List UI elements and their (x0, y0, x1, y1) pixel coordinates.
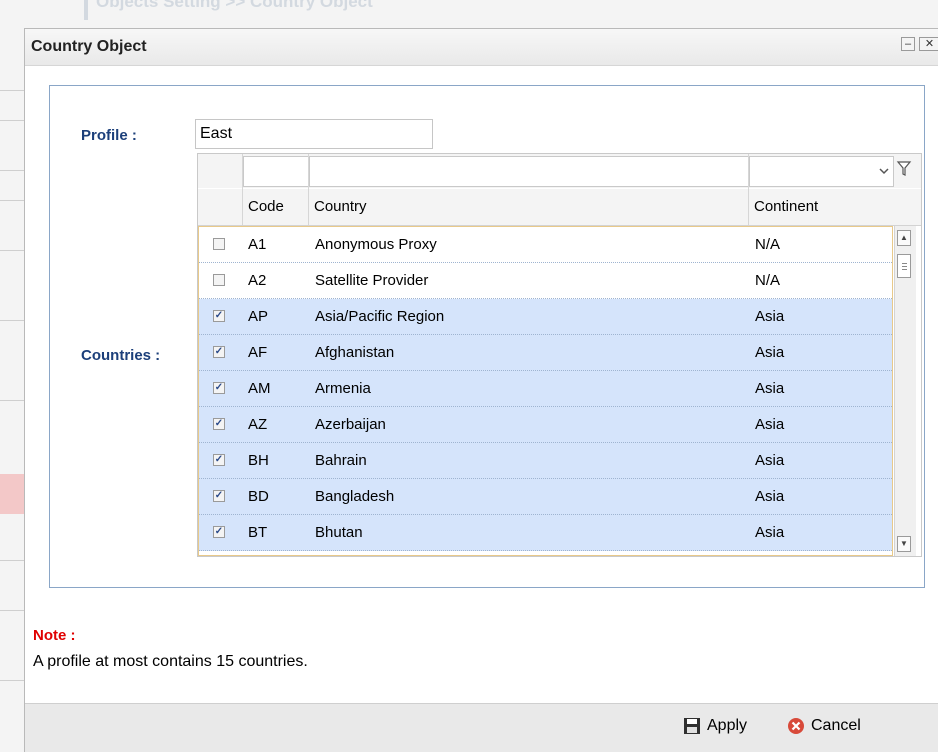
continent-cell: Asia (755, 344, 785, 361)
table-row[interactable]: ✓ AF Afghanistan Asia (199, 335, 892, 371)
background-sidebar (0, 0, 24, 752)
background-divider (0, 610, 24, 611)
header-country[interactable]: Country (314, 198, 367, 215)
code-cell: A2 (248, 272, 267, 289)
background-divider (0, 200, 24, 201)
country-cell: Afghanistan (315, 344, 395, 361)
grip-line (902, 263, 907, 264)
grip-line (902, 269, 907, 270)
minimize-button[interactable]: – (901, 37, 915, 51)
country-cell: Satellite Provider (315, 272, 429, 289)
table-row[interactable]: ✓ BH Bahrain Asia (199, 443, 892, 479)
breadcrumb-bar (84, 0, 88, 20)
scroll-up-button[interactable]: ▲ (897, 230, 911, 246)
background-divider (0, 90, 24, 91)
background-divider (0, 680, 24, 681)
country-filter-input[interactable] (309, 156, 749, 187)
scroll-thumb[interactable] (897, 254, 911, 278)
code-filter-input[interactable] (243, 156, 309, 187)
country-object-dialog: Country Object – ✕ Profile : Countries :… (24, 28, 938, 752)
background-divider (0, 320, 24, 321)
code-cell: BT (248, 524, 268, 541)
row-checkbox[interactable]: ✓ (213, 382, 225, 394)
code-cell: A1 (248, 236, 267, 253)
continent-cell: Asia (755, 452, 785, 469)
country-cell: Asia/Pacific Region (315, 308, 445, 325)
column-divider (242, 154, 243, 225)
row-checkbox[interactable]: ✓ (213, 310, 225, 322)
country-cell: Bhutan (315, 524, 363, 541)
continent-cell: Asia (755, 488, 785, 505)
countries-grid: Code Country Continent A1 Anonymous Proxy… (197, 153, 922, 557)
background-divider (0, 250, 24, 251)
country-cell: Anonymous Proxy (315, 236, 437, 253)
country-cell: Bangladesh (315, 488, 395, 505)
row-checkbox[interactable]: ✓ (213, 454, 225, 466)
code-cell: BD (248, 488, 269, 505)
cancel-icon (788, 718, 804, 734)
continent-filter-select[interactable] (749, 156, 894, 187)
column-divider (748, 154, 749, 225)
profile-input[interactable] (195, 119, 433, 149)
code-cell: BH (248, 452, 269, 469)
dialog-footer: Apply Cancel (25, 703, 938, 752)
country-cell: Armenia (315, 380, 371, 397)
column-divider (308, 154, 309, 225)
background-divider (0, 560, 24, 561)
row-checkbox[interactable] (213, 238, 225, 250)
row-checkbox[interactable]: ✓ (213, 490, 225, 502)
country-cell: Bahrain (315, 452, 367, 469)
row-checkbox[interactable]: ✓ (213, 526, 225, 538)
grid-body: A1 Anonymous Proxy N/A A2 Satellite Provider… (198, 226, 893, 556)
continent-cell: Asia (755, 380, 785, 397)
continent-cell: N/A (755, 236, 781, 253)
profile-label: Profile : (81, 127, 137, 144)
row-checkbox[interactable]: ✓ (213, 418, 225, 430)
minimize-icon: – (904, 38, 912, 50)
continent-cell: N/A (755, 272, 781, 289)
countries-label: Countries : (81, 347, 161, 364)
background-divider (0, 400, 24, 401)
header-code[interactable]: Code (248, 198, 284, 215)
row-checkbox[interactable] (213, 274, 225, 286)
filter-row (198, 154, 921, 188)
background-divider (0, 170, 24, 171)
grid-header: Code Country Continent (198, 189, 921, 226)
grid-scrollbar[interactable]: ▲ ▼ (894, 226, 916, 556)
table-row[interactable]: ✓ BT Bhutan Asia (199, 515, 892, 551)
table-row[interactable]: ✓ AP Asia/Pacific Region Asia (199, 299, 892, 335)
continent-cell: Asia (755, 524, 785, 541)
note-text: A profile at most contains 15 countries. (33, 653, 308, 670)
code-cell: AZ (248, 416, 268, 433)
background-highlight (0, 474, 26, 514)
dialog-titlebar: Country Object – ✕ (25, 29, 938, 66)
dialog-title: Country Object (31, 38, 147, 55)
scroll-down-button[interactable]: ▼ (897, 536, 911, 552)
filter-icon[interactable] (894, 154, 914, 188)
country-cell: Azerbaijan (315, 416, 386, 433)
table-row[interactable]: ✓ AZ Azerbaijan Asia (199, 407, 892, 443)
breadcrumb-text: Objects Setting >> Country Object (96, 0, 373, 11)
code-cell: AF (248, 344, 268, 361)
table-row[interactable]: A2 Satellite Provider N/A (199, 263, 892, 299)
chevron-down-icon (879, 168, 889, 175)
close-button[interactable]: ✕ (919, 37, 938, 51)
table-row[interactable]: A1 Anonymous Proxy N/A (199, 227, 892, 263)
code-cell: AM (248, 380, 271, 397)
apply-button[interactable]: Apply (707, 717, 747, 735)
background-breadcrumb: Objects Setting >> Country Object (84, 0, 504, 22)
table-row[interactable]: ✓ BD Bangladesh Asia (199, 479, 892, 515)
note-title: Note : (33, 627, 76, 644)
continent-cell: Asia (755, 416, 785, 433)
grip-line (902, 266, 907, 267)
code-cell: AP (248, 308, 269, 325)
background-divider (0, 120, 24, 121)
cancel-button[interactable]: Cancel (811, 717, 861, 735)
row-checkbox[interactable]: ✓ (213, 346, 225, 358)
header-continent[interactable]: Continent (754, 198, 818, 215)
continent-cell: Asia (755, 308, 785, 325)
save-icon (684, 718, 700, 734)
close-icon: ✕ (924, 38, 935, 50)
table-row[interactable]: ✓ AM Armenia Asia (199, 371, 892, 407)
